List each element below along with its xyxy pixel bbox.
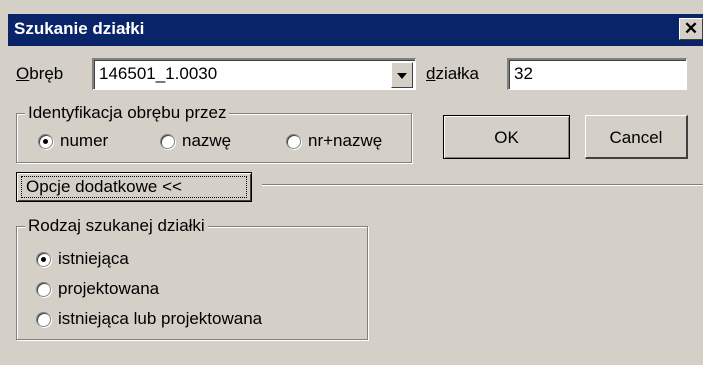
- ok-button-label: OK: [494, 128, 519, 147]
- obreb-value: 146501_1.0030: [99, 64, 218, 83]
- obreb-label: Obręb: [16, 64, 63, 84]
- radio-circle: [38, 134, 53, 149]
- radio-label: nazwę: [182, 131, 232, 150]
- radio-label: projektowana: [58, 279, 160, 298]
- window-title: Szukanie działki: [14, 19, 145, 38]
- obreb-dropdown-button[interactable]: [391, 62, 413, 88]
- identification-group-title: Identyfikacja obrębu przez: [25, 103, 230, 123]
- radio-label: nr+nazwę: [308, 131, 383, 150]
- dzialka-input[interactable]: 32: [507, 58, 687, 90]
- dzialka-label-text: ziałka: [435, 64, 479, 83]
- obreb-label-text: bręb: [29, 64, 64, 83]
- radio-selected-dot: [43, 139, 48, 144]
- dzialka-label: działka: [426, 64, 479, 84]
- radio-circle: [160, 134, 175, 149]
- radio-circle: [286, 134, 301, 149]
- separator-line: [262, 184, 703, 186]
- obreb-combobox[interactable]: 146501_1.0030: [92, 58, 416, 90]
- obreb-label-mnemonic: O: [16, 64, 30, 83]
- cancel-button-label: Cancel: [609, 128, 663, 147]
- title-bar: Szukanie działki ✕: [8, 14, 703, 46]
- additional-options-button[interactable]: Opcje dodatkowe <<: [16, 172, 252, 202]
- additional-options-label: Opcje dodatkowe <<: [26, 177, 182, 196]
- radio-label: istniejąca: [58, 249, 129, 268]
- chevron-down-icon: [397, 73, 407, 79]
- dialog-window: Szukanie działki ✕ Obręb 146501_1.0030 d…: [0, 0, 703, 365]
- parcel-type-group-title: Rodzaj szukanej działki: [25, 216, 208, 236]
- cancel-button[interactable]: Cancel: [585, 115, 688, 159]
- dzialka-value: 32: [514, 64, 533, 83]
- radio-circle: [36, 282, 51, 297]
- radio-circle: [36, 312, 51, 327]
- close-button[interactable]: ✕: [679, 18, 703, 40]
- radio-selected-dot: [41, 257, 46, 262]
- radio-label: istniejąca lub projektowana: [58, 309, 263, 328]
- close-icon: ✕: [683, 19, 699, 38]
- radio-label: numer: [60, 131, 109, 150]
- ok-button[interactable]: OK: [443, 115, 570, 159]
- radio-circle: [36, 252, 51, 267]
